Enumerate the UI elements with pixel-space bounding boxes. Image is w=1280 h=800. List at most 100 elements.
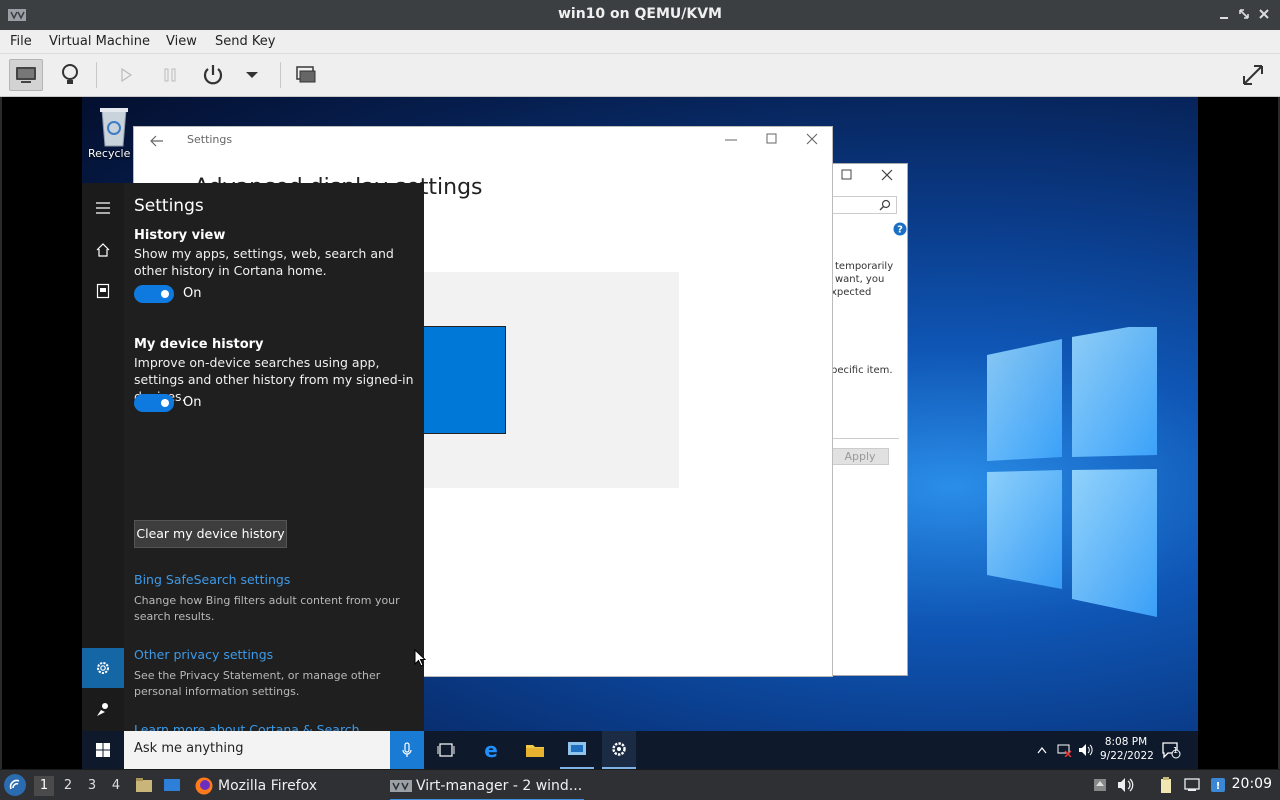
taskbar-clock[interactable]: 8:08 PM 9/22/2022 [1100, 735, 1154, 763]
maximize-icon[interactable] [841, 169, 853, 181]
updates-button[interactable]: ! [1208, 775, 1228, 795]
cortana-settings-panel: Settings History view Show my apps, sett… [82, 183, 424, 737]
network-tray-button[interactable] [1055, 731, 1073, 769]
show-hidden-icons-button[interactable] [1035, 731, 1049, 769]
feedback-button[interactable] [93, 699, 113, 719]
edge-button[interactable]: e [474, 731, 508, 769]
file-manager-icon [136, 778, 152, 792]
menu-virtual-machine[interactable]: Virtual Machine [49, 34, 150, 49]
svg-text:!: ! [1216, 781, 1221, 792]
window-title: win10 on QEMU/KVM [557, 6, 722, 22]
task-view-icon [437, 743, 455, 757]
windows-taskbar: Ask me anything e 8:08 PM 9/22/2022 1 [82, 731, 1198, 769]
snapshots-button[interactable] [289, 59, 323, 91]
speaker-icon [1079, 744, 1093, 756]
run-button[interactable] [109, 59, 143, 91]
help-icon[interactable]: ? [893, 222, 907, 236]
bing-safesearch-link[interactable]: Bing SafeSearch settings [134, 572, 290, 587]
hamburger-icon [96, 202, 110, 214]
close-icon[interactable] [881, 169, 893, 181]
device-history-description: Improve on-device searches using app, se… [134, 355, 414, 404]
volume-button[interactable] [1116, 775, 1136, 795]
monitor-icon [16, 67, 36, 83]
display-window-button[interactable] [560, 731, 594, 769]
action-center-button[interactable]: 1 [1160, 731, 1182, 769]
task-label: Virt-manager - 2 wind... [416, 777, 583, 794]
clipboard-button[interactable] [1156, 775, 1176, 795]
menu-view[interactable]: View [166, 34, 197, 49]
console-button[interactable] [9, 59, 43, 91]
task-view-button[interactable] [430, 731, 462, 769]
microphone-button[interactable] [390, 731, 424, 769]
history-view-toggle-label: On [183, 286, 202, 301]
distro-logo-icon [9, 779, 20, 790]
task-label: Mozilla Firefox [218, 777, 318, 794]
gear-icon [97, 662, 109, 674]
start-button[interactable] [82, 731, 124, 769]
file-explorer-button[interactable] [518, 731, 552, 769]
gear-icon [612, 742, 626, 756]
clear-device-history-button[interactable]: Clear my device history [134, 520, 287, 548]
home-button[interactable] [93, 240, 113, 260]
display-properties-window[interactable]: ? temporarily want, you xpected pecific … [830, 163, 908, 676]
clock-date: 9/22/2022 [1100, 750, 1154, 762]
shutdown-button[interactable] [196, 59, 230, 91]
volume-tray-button[interactable] [1077, 731, 1095, 769]
workspace-2[interactable]: 2 [58, 776, 78, 796]
menu-file[interactable]: File [10, 34, 32, 49]
network-icon [1184, 778, 1200, 791]
clipboard-icon [1161, 777, 1171, 793]
settings-nav-button[interactable] [82, 648, 124, 688]
device-history-toggle[interactable] [134, 394, 174, 412]
fullscreen-icon [1243, 65, 1263, 85]
cortana-search-box[interactable]: Ask me anything [124, 731, 390, 769]
task-firefox[interactable]: Mozilla Firefox [194, 772, 317, 799]
snapshots-icon [296, 66, 316, 83]
apply-button[interactable]: Apply [831, 448, 889, 465]
workspace-4[interactable]: 4 [106, 776, 126, 796]
cortana-rail [82, 183, 124, 731]
panel-clock[interactable]: 20:09 [1232, 776, 1272, 792]
svg-text:e: e [484, 740, 498, 760]
settings-taskbar-button[interactable] [602, 731, 636, 769]
maximize-icon[interactable] [766, 133, 778, 145]
notebook-icon [96, 283, 110, 299]
fullscreen-button[interactable] [1236, 59, 1270, 91]
menubar: File Virtual Machine View Send Key [0, 30, 1280, 54]
close-icon[interactable] [1256, 6, 1272, 22]
details-button[interactable] [53, 59, 87, 91]
home-icon [96, 243, 110, 257]
back-arrow-icon[interactable] [150, 135, 164, 147]
text-line: xpected [831, 287, 872, 298]
workspace-1[interactable]: 1 [34, 776, 54, 796]
display-app-icon [568, 742, 586, 755]
chevron-down-icon [246, 72, 258, 78]
search-placeholder: Ask me anything [134, 741, 244, 756]
minimize-icon[interactable] [1216, 6, 1232, 22]
maximize-icon[interactable] [1236, 6, 1252, 22]
app-menu-button[interactable] [4, 774, 26, 796]
tray-item[interactable] [1090, 775, 1110, 795]
toolbar [0, 54, 1280, 97]
lightbulb-icon [62, 64, 78, 84]
file-manager-launcher[interactable] [134, 775, 154, 795]
vm-display[interactable]: Recycle Bin ? temporarily want, you xpec… [2, 97, 1278, 769]
other-privacy-link[interactable]: Other privacy settings [134, 647, 273, 662]
history-view-description: Show my apps, settings, web, search and … [134, 246, 394, 278]
shutdown-menu-button[interactable] [235, 59, 269, 91]
windows-logo-wallpaper [987, 327, 1157, 617]
task-virt-manager[interactable]: Virt-manager - 2 wind... [390, 772, 584, 800]
notebook-button[interactable] [93, 281, 113, 301]
firefox-icon [195, 777, 213, 794]
history-view-toggle[interactable] [134, 285, 174, 303]
power-icon [203, 65, 223, 85]
mouse-cursor-icon [414, 649, 426, 667]
workspace-3[interactable]: 3 [82, 776, 102, 796]
hamburger-button[interactable] [93, 198, 113, 218]
minimize-icon[interactable] [724, 135, 738, 145]
network-button[interactable] [1182, 775, 1202, 795]
close-icon[interactable] [806, 133, 818, 145]
show-desktop-launcher[interactable] [162, 775, 182, 795]
menu-send-key[interactable]: Send Key [215, 34, 275, 49]
pause-button[interactable] [153, 59, 187, 91]
